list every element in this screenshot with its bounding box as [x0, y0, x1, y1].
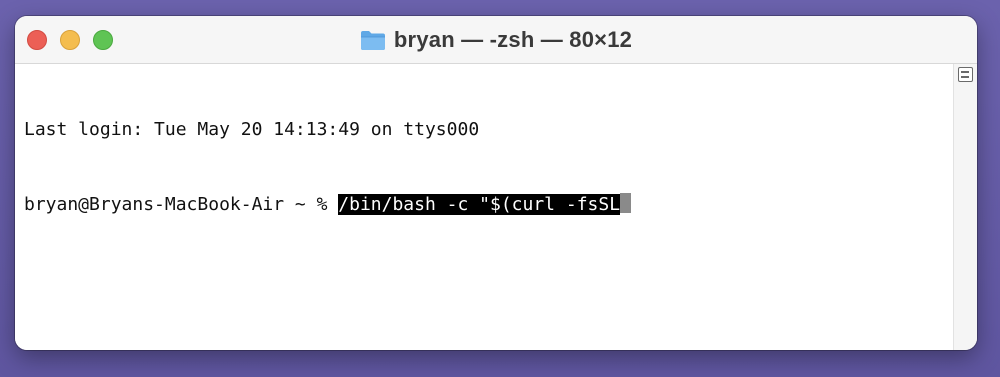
terminal-window: bryan — -zsh — 80×12 Last login: Tue May… — [15, 16, 977, 350]
last-login-line: Last login: Tue May 20 14:13:49 on ttys0… — [24, 119, 480, 140]
scrollbar[interactable] — [953, 64, 977, 350]
shell-prompt: bryan@Bryans-MacBook-Air ~ % — [24, 194, 339, 215]
window-title: bryan — -zsh — 80×12 — [393, 26, 633, 52]
text-cursor — [620, 193, 632, 213]
folder-icon — [360, 30, 385, 50]
prompt-line[interactable]: bryan@Bryans-MacBook-Air ~ % /bin/bash -… — [24, 192, 632, 217]
terminal-content[interactable]: Last login: Tue May 20 14:13:49 on ttys0… — [15, 64, 953, 350]
scroll-split-icon[interactable] — [958, 67, 973, 82]
window-title-group: bryan — -zsh — 80×12 — [15, 16, 977, 63]
title-bar[interactable]: bryan — -zsh — 80×12 — [15, 16, 977, 64]
selected-command-text[interactable]: /bin/bash -c "$(curl -fsSL — [338, 194, 621, 215]
terminal-output[interactable]: Last login: Tue May 20 14:13:49 on ttys0… — [24, 67, 632, 267]
